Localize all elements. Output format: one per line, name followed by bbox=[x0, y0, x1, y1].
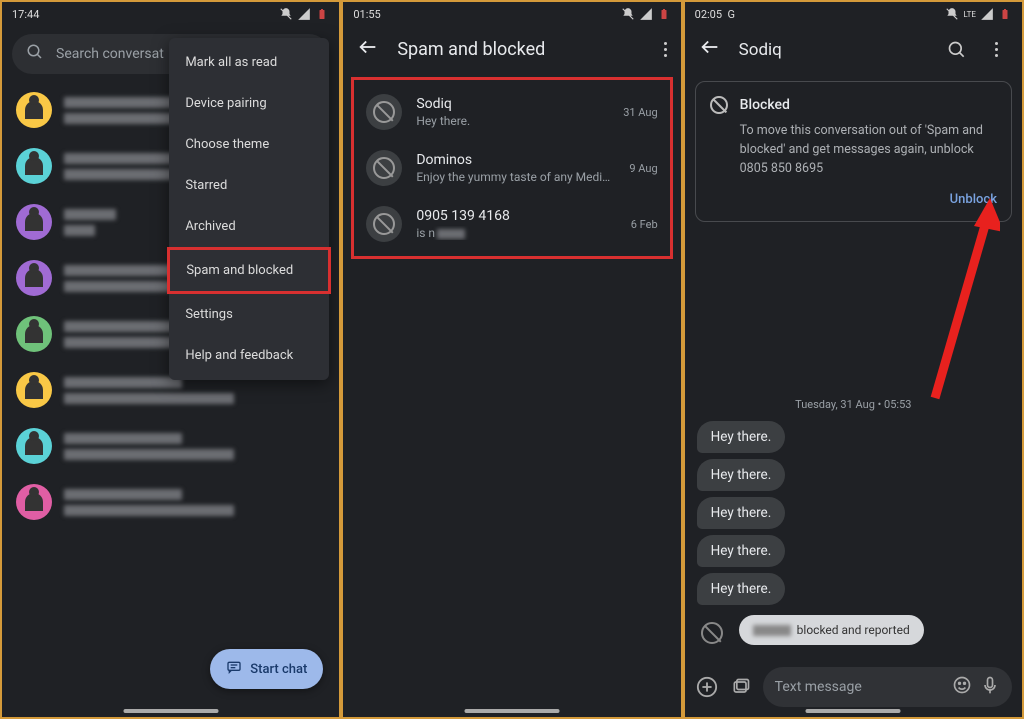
avatar bbox=[16, 316, 52, 352]
phone-screen-blocked-conversation: 02:05 G LTE Sodiq Blocked To move this c… bbox=[683, 0, 1024, 719]
gesture-bar bbox=[464, 709, 559, 713]
block-icon bbox=[366, 94, 402, 130]
menu-settings[interactable]: Settings bbox=[169, 294, 329, 335]
conversation-title: Sodiq bbox=[739, 40, 782, 60]
back-icon[interactable] bbox=[357, 36, 379, 63]
page-title: Spam and blocked bbox=[397, 39, 545, 60]
dnd-icon bbox=[945, 7, 959, 21]
block-icon bbox=[366, 206, 402, 242]
conversation-item[interactable] bbox=[2, 474, 339, 530]
incoming-message[interactable]: Hey there. bbox=[697, 459, 786, 491]
block-icon bbox=[701, 622, 723, 644]
status-bar: 01:55 bbox=[343, 2, 680, 26]
signal-icon bbox=[980, 7, 994, 21]
status-bar: 02:05 G LTE bbox=[685, 2, 1022, 26]
avatar bbox=[16, 148, 52, 184]
blocked-heading: Blocked bbox=[740, 97, 790, 113]
chat-icon bbox=[226, 659, 242, 679]
gallery-icon[interactable] bbox=[729, 675, 753, 699]
blocked-item-sodiq[interactable]: Sodiq Hey there. 31 Aug bbox=[354, 84, 669, 140]
blocked-item-number[interactable]: 0905 139 4168 is n 6 Feb bbox=[354, 196, 669, 252]
status-icons bbox=[279, 7, 329, 21]
message-date: 6 Feb bbox=[631, 218, 658, 231]
menu-device-pairing[interactable]: Device pairing bbox=[169, 83, 329, 124]
phone-screen-messages-menu: 17:44 Search conversat Mark all as rea bbox=[0, 0, 341, 719]
search-icon[interactable] bbox=[946, 39, 968, 61]
signal-icon bbox=[639, 7, 653, 21]
avatar bbox=[16, 204, 52, 240]
menu-archived[interactable]: Archived bbox=[169, 206, 329, 247]
more-icon[interactable] bbox=[664, 42, 667, 57]
status-icons: LTE bbox=[945, 7, 1012, 21]
menu-starred[interactable]: Starred bbox=[169, 165, 329, 206]
menu-mark-all-read[interactable]: Mark all as read bbox=[169, 42, 329, 83]
unblock-button[interactable]: Unblock bbox=[710, 192, 997, 207]
message-input[interactable]: Text message bbox=[763, 667, 1012, 707]
incoming-message[interactable]: Hey there. bbox=[697, 573, 786, 605]
avatar bbox=[16, 484, 52, 520]
overflow-menu: Mark all as read Device pairing Choose t… bbox=[169, 38, 329, 380]
status-time: 02:05 G bbox=[695, 8, 735, 21]
message-preview: Hey there. bbox=[416, 114, 609, 128]
signal-icon bbox=[297, 7, 311, 21]
message-date: 31 Aug bbox=[623, 106, 657, 119]
status-icons bbox=[621, 7, 671, 21]
back-icon[interactable] bbox=[699, 36, 721, 63]
fab-label: Start chat bbox=[250, 662, 307, 677]
avatar bbox=[16, 428, 52, 464]
message-preview: Enjoy the yummy taste of any Medium … bbox=[416, 170, 615, 184]
menu-choose-theme[interactable]: Choose theme bbox=[169, 124, 329, 165]
gesture-bar bbox=[123, 709, 218, 713]
blocked-item-dominos[interactable]: Dominos Enjoy the yummy taste of any Med… bbox=[354, 140, 669, 196]
avatar bbox=[16, 372, 52, 408]
phone-screen-spam-list: 01:55 Spam and blocked Sodiq Hey there. … bbox=[341, 0, 682, 719]
incoming-message[interactable]: Hey there. bbox=[697, 421, 786, 453]
emoji-icon[interactable] bbox=[952, 675, 972, 699]
incoming-message[interactable]: Hey there. bbox=[697, 535, 786, 567]
more-icon[interactable] bbox=[986, 39, 1008, 61]
avatar bbox=[16, 260, 52, 296]
compose-placeholder: Text message bbox=[775, 679, 862, 695]
menu-help-feedback[interactable]: Help and feedback bbox=[169, 335, 329, 376]
start-chat-fab[interactable]: Start chat bbox=[210, 649, 323, 689]
blocked-toast: blocked and reported bbox=[739, 615, 924, 645]
contact-name: Sodiq bbox=[416, 96, 609, 112]
message-area[interactable]: Tuesday, 31 Aug • 05:53 Hey there. Hey t… bbox=[685, 230, 1022, 659]
avatar bbox=[16, 92, 52, 128]
toast-text: blocked and reported bbox=[797, 623, 910, 637]
blocked-description: To move this conversation out of 'Spam a… bbox=[740, 122, 997, 178]
mic-icon[interactable] bbox=[980, 675, 1000, 699]
conversation-item[interactable] bbox=[2, 418, 339, 474]
gesture-bar bbox=[806, 709, 901, 713]
message-date: 9 Aug bbox=[629, 162, 657, 175]
status-time: 01:55 bbox=[353, 8, 380, 21]
dnd-icon bbox=[279, 7, 293, 21]
battery-icon bbox=[657, 7, 671, 21]
contact-name: 0905 139 4168 bbox=[416, 208, 616, 224]
status-time: 17:44 bbox=[12, 8, 39, 21]
spam-blocked-header: Spam and blocked bbox=[343, 26, 680, 73]
search-placeholder: Search conversat bbox=[56, 46, 164, 62]
block-icon bbox=[710, 96, 728, 114]
lte-label: LTE bbox=[963, 10, 976, 19]
incoming-message[interactable]: Hey there. bbox=[697, 497, 786, 529]
battery-icon bbox=[315, 7, 329, 21]
battery-icon bbox=[998, 7, 1012, 21]
add-icon[interactable] bbox=[695, 675, 719, 699]
conversation-header: Sodiq bbox=[685, 26, 1022, 73]
search-icon bbox=[26, 43, 44, 65]
status-bar: 17:44 bbox=[2, 2, 339, 26]
blocked-banner: Blocked To move this conversation out of… bbox=[695, 81, 1012, 222]
message-preview: is n bbox=[416, 226, 616, 240]
contact-name: Dominos bbox=[416, 152, 615, 168]
date-divider: Tuesday, 31 Aug • 05:53 bbox=[697, 398, 1010, 411]
menu-spam-blocked[interactable]: Spam and blocked bbox=[167, 247, 331, 294]
block-icon bbox=[366, 150, 402, 186]
dnd-icon bbox=[621, 7, 635, 21]
blocked-conversations-list: Sodiq Hey there. 31 Aug Dominos Enjoy th… bbox=[351, 77, 672, 259]
